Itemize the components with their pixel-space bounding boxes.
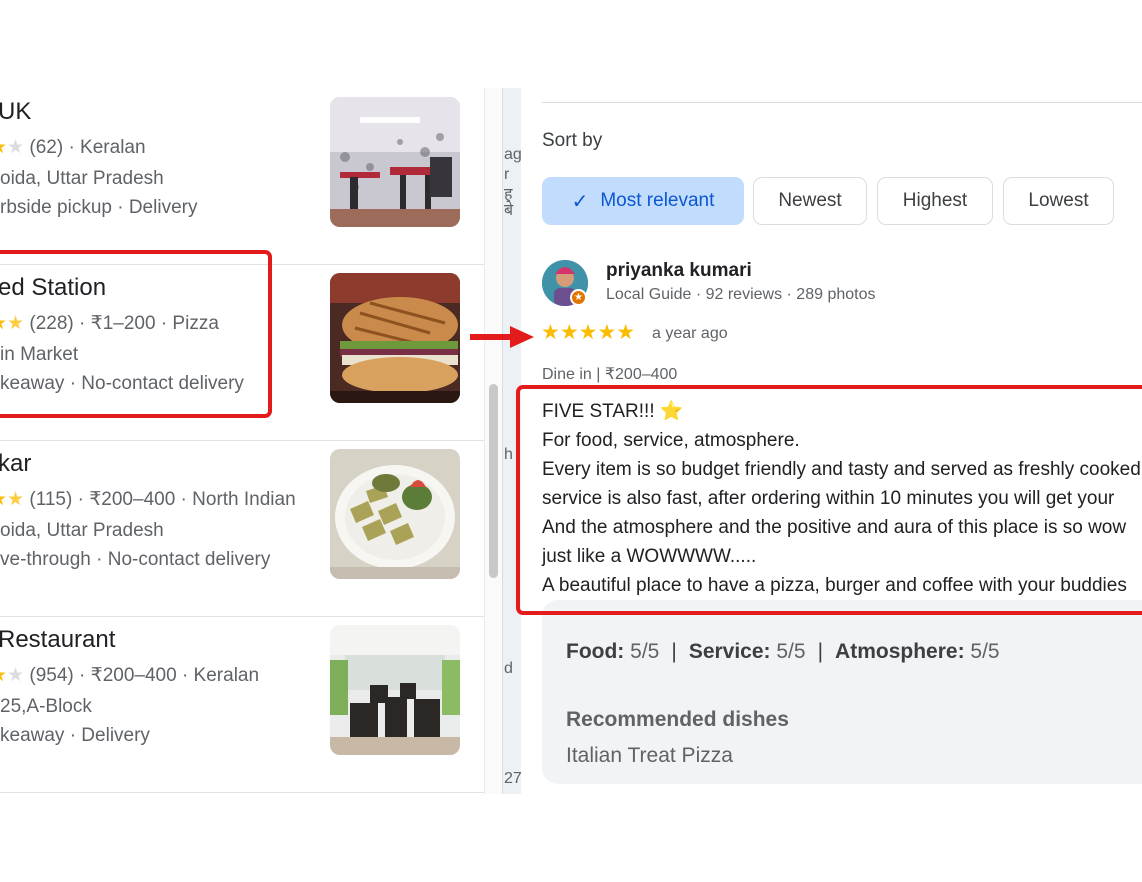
category-ratings: Food: 5/5 | Service: 5/5 | Atmosphere: 5/5 xyxy=(566,640,1000,664)
arrow-right-icon xyxy=(470,326,534,348)
rating-count: (954) xyxy=(29,665,74,686)
result-address: 25,A-Block xyxy=(0,696,92,717)
star-icon: ★ xyxy=(0,665,7,686)
result-rating: ★★ (115) · ₹200–400 · North Indian xyxy=(0,488,296,511)
star-half-icon: ★ xyxy=(7,489,25,510)
food-value: 5/5 xyxy=(624,640,660,663)
chip-label: Most relevant xyxy=(600,190,715,211)
service-value: 5/5 xyxy=(770,640,806,663)
result-item[interactable]: Restaurant ★★ (954) · ₹200–400 · Keralan… xyxy=(0,616,484,793)
star-empty-icon: ★ xyxy=(7,665,25,686)
map-label: d xyxy=(504,660,513,677)
result-address: oida, Uttar Pradesh xyxy=(0,520,164,541)
review-time: a year ago xyxy=(652,325,728,342)
map-label: h xyxy=(504,446,513,463)
divider xyxy=(542,102,1142,103)
result-photo[interactable] xyxy=(330,449,460,579)
review-star-rating: ★★★★★ xyxy=(541,321,636,344)
service-label: Service: xyxy=(688,640,771,663)
atmosphere-label: Atmosphere: xyxy=(835,640,965,663)
chip-label: Lowest xyxy=(1028,190,1089,211)
recommended-dish[interactable]: Italian Treat Pizza xyxy=(566,744,733,768)
result-category: · ₹200–400 · Keralan xyxy=(73,665,260,686)
highlight-box-review xyxy=(516,385,1142,615)
rating-count: (115) xyxy=(29,489,73,510)
star-icon: ★ xyxy=(0,489,7,510)
chip-label: Newest xyxy=(778,190,842,211)
result-name[interactable]: Restaurant xyxy=(0,626,115,654)
map-label: बे xyxy=(504,202,514,219)
search-results-list: UK ★★ (62) · Keralan oida, Uttar Pradesh… xyxy=(0,88,484,794)
sort-newest-chip[interactable]: Newest xyxy=(753,177,867,225)
result-services: keaway · Delivery xyxy=(0,725,150,746)
result-services: ve-through · No-contact delivery xyxy=(0,549,271,570)
result-photo[interactable] xyxy=(330,273,460,403)
results-scrollbar-thumb[interactable] xyxy=(489,384,498,578)
separator: | xyxy=(817,640,824,663)
chip-label: Highest xyxy=(902,190,968,211)
highlight-box-result xyxy=(0,250,272,418)
result-item[interactable]: UK ★★ (62) · Keralan oida, Uttar Pradesh… xyxy=(0,88,484,265)
map-label: ag xyxy=(504,146,521,163)
recommended-dishes-label: Recommended dishes xyxy=(566,708,789,731)
atmosphere-value: 5/5 xyxy=(964,640,1000,663)
sort-lowest-chip[interactable]: Lowest xyxy=(1003,177,1114,225)
result-category: · Keralan xyxy=(63,137,146,158)
result-name[interactable]: kar xyxy=(0,450,31,478)
result-rating: ★★ (62) · Keralan xyxy=(0,136,146,159)
result-services: rbside pickup · Delivery xyxy=(0,197,198,218)
reviewer-meta: Local Guide · 92 reviews · 289 photos xyxy=(606,286,876,303)
map-label: 27 xyxy=(504,770,521,787)
review-details-card: Food: 5/5 | Service: 5/5 | Atmosphere: 5/5 R… xyxy=(542,600,1142,784)
result-address: oida, Uttar Pradesh xyxy=(0,168,164,189)
separator: | xyxy=(671,640,677,663)
sort-label: Sort by xyxy=(542,130,603,151)
review-dine-info: Dine in | ₹200–400 xyxy=(542,366,678,383)
reviewer-name[interactable]: priyanka kumari xyxy=(606,260,752,282)
check-icon: ✓ xyxy=(571,190,589,213)
local-guide-badge-icon: ★ xyxy=(570,289,587,306)
result-rating: ★★ (954) · ₹200–400 · Keralan xyxy=(0,664,259,687)
rating-count: (62) xyxy=(29,137,64,158)
result-photo[interactable] xyxy=(330,625,460,755)
star-empty-icon: ★ xyxy=(7,137,25,158)
result-item[interactable]: kar ★★ (115) · ₹200–400 · North Indian o… xyxy=(0,440,484,617)
result-photo[interactable] xyxy=(330,97,460,227)
star-icon: ★ xyxy=(0,137,7,158)
sort-most-relevant-chip[interactable]: ✓ Most relevant xyxy=(542,177,744,225)
result-category: · ₹200–400 · North Indian xyxy=(72,489,296,510)
food-label: Food: xyxy=(566,640,625,663)
result-name[interactable]: UK xyxy=(0,98,31,126)
sort-highest-chip[interactable]: Highest xyxy=(877,177,993,225)
